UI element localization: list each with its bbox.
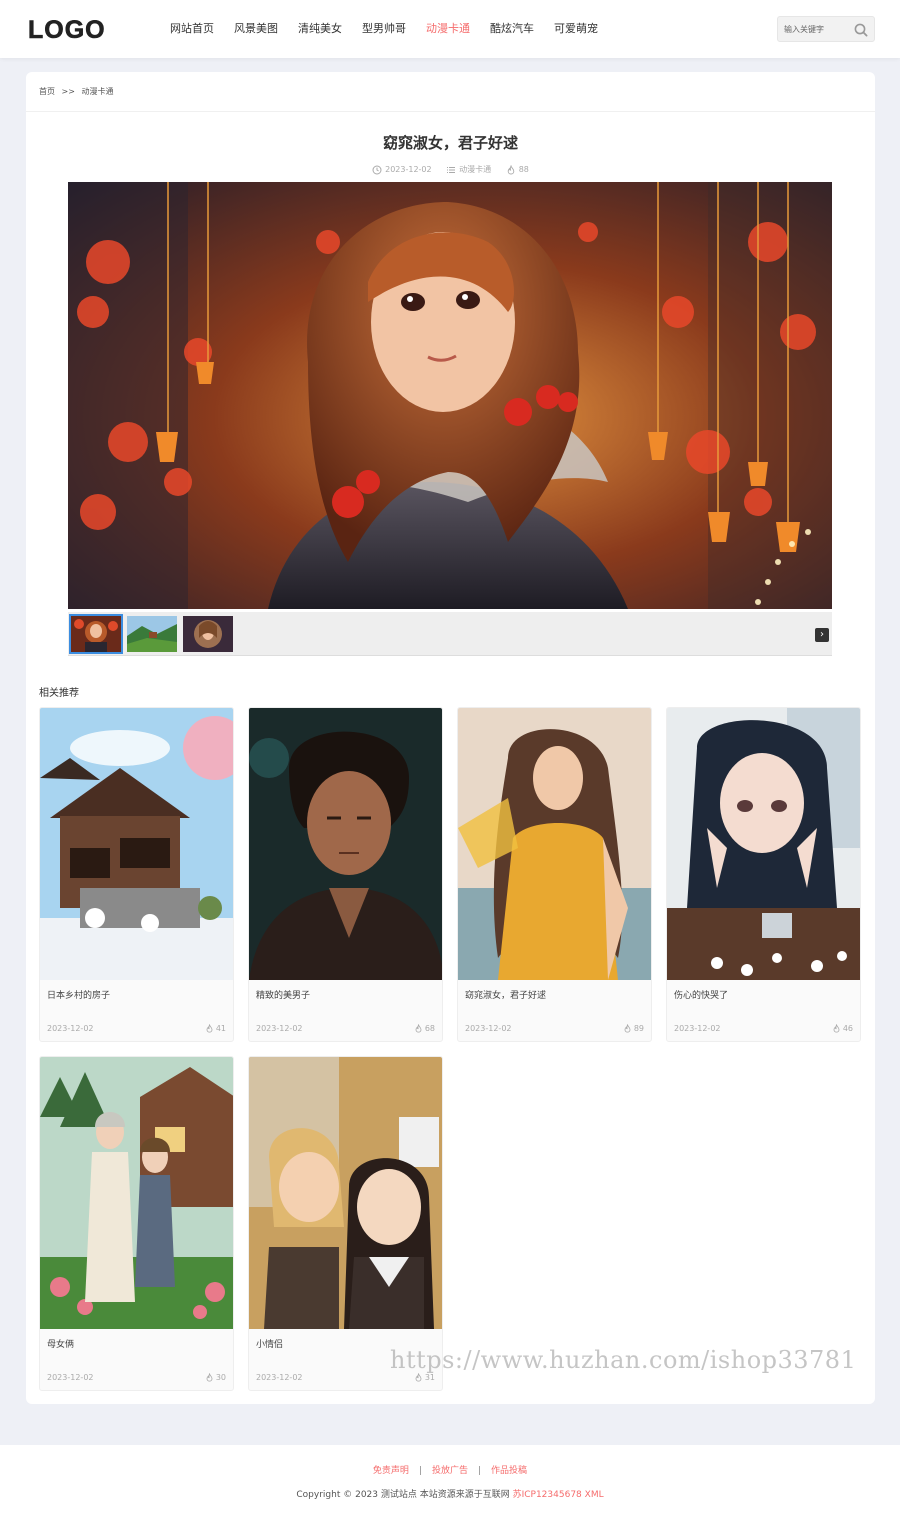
related-card-image-4: [667, 708, 860, 980]
related-card-title-3: 窈窕淑女，君子好逑: [465, 991, 547, 1001]
nav-item-cars[interactable]: 酷炫汽车: [480, 0, 544, 58]
related-card-title-1: 日本乡村的房子: [47, 991, 111, 1001]
related-card-1[interactable]: 日本乡村的房子 2023-12-02 41: [39, 707, 234, 1042]
related-card-views-3: 89: [633, 1024, 644, 1033]
thumbnail-1[interactable]: [69, 614, 123, 654]
related-card-date-5: 2023-12-02: [47, 1373, 94, 1382]
chevron-right-icon: ›: [820, 629, 824, 640]
thumbnail-2[interactable]: [127, 616, 177, 652]
fire-icon: [206, 1373, 213, 1382]
related-card-views-5: 30: [215, 1373, 226, 1382]
footer-separator: |: [418, 1466, 422, 1476]
thumbnail-3[interactable]: [183, 616, 233, 652]
article-meta: 2023-12-02 动漫卡通 88: [26, 164, 875, 177]
nav-item-beauty[interactable]: 清纯美女: [288, 0, 352, 58]
related-card-4[interactable]: 伤心的快哭了 2023-12-02 46: [666, 707, 861, 1042]
related-card-2[interactable]: 精致的美男子 2023-12-02 68: [248, 707, 443, 1042]
related-card-views-6: 31: [424, 1373, 435, 1382]
article-date: 2023-12-02: [385, 165, 432, 174]
nav-item-handsome[interactable]: 型男帅哥: [352, 0, 416, 58]
thumbnail-next-button[interactable]: ›: [815, 628, 829, 642]
main-nav: 网站首页 风景美图 清纯美女 型男帅哥 动漫卡通 酷炫汽车 可爱萌宠: [160, 0, 608, 58]
fire-icon: [507, 164, 514, 174]
article-title: 窈窕淑女，君子好逑: [382, 134, 518, 152]
related-card-image-3: [458, 708, 651, 980]
related-card-image-6: [249, 1057, 442, 1329]
related-card-title-6: 小情侣: [256, 1340, 284, 1350]
related-card-date-6: 2023-12-02: [256, 1373, 303, 1382]
site-footer: 免责声明 | 投放广告 | 作品投稿 Copyright © 2023 测试站点 本站资…: [0, 1445, 900, 1518]
breadcrumb-current[interactable]: 动漫卡通: [82, 87, 114, 96]
breadcrumb-separator: >>: [61, 87, 75, 96]
site-header: LOGO 网站首页 风景美图 清纯美女 型男帅哥 动漫卡通 酷炫汽车 可爱萌宠: [0, 0, 900, 58]
copyright-line: Copyright © 2023 测试站点 本站资源来源于互联网 苏ICP123…: [0, 1487, 900, 1500]
related-heading: 相关推荐: [39, 688, 79, 699]
related-card-title-4: 伤心的快哭了: [674, 991, 729, 1001]
fire-icon: [415, 1373, 422, 1382]
related-card-date-2: 2023-12-02: [256, 1024, 303, 1033]
main-content: 首页 >> 动漫卡通 窈窕淑女，君子好逑 2023-12-02 动漫卡通 88: [26, 72, 875, 1404]
thumbnail-strip: ‹ ›: [68, 612, 832, 656]
related-card-views-1: 41: [215, 1024, 226, 1033]
related-card-date-4: 2023-12-02: [674, 1024, 721, 1033]
related-card-image-5: [40, 1057, 233, 1329]
article-category[interactable]: 动漫卡通: [459, 164, 491, 175]
nav-item-pets[interactable]: 可爱萌宠: [544, 0, 608, 58]
fire-icon: [415, 1024, 422, 1033]
main-artwork-image: [68, 182, 832, 609]
footer-link-disclaimer[interactable]: 免责声明: [373, 1466, 409, 1476]
search-box: [777, 16, 875, 42]
breadcrumb: 首页 >> 动漫卡通: [26, 72, 875, 112]
related-card-image-1: [40, 708, 233, 980]
article-views: 88: [518, 165, 529, 174]
search-icon: [854, 23, 868, 37]
copyright-text: Copyright © 2023 测试站点 本站资源来源于互联网: [296, 1490, 510, 1500]
related-card-5[interactable]: 母女俩 2023-12-02 30: [39, 1056, 234, 1391]
related-card-views-2: 68: [424, 1024, 435, 1033]
related-card-date-1: 2023-12-02: [47, 1024, 94, 1033]
nav-item-scenery[interactable]: 风景美图: [224, 0, 288, 58]
clock-icon: [372, 165, 382, 174]
search-input[interactable]: [778, 17, 850, 41]
footer-links: 免责声明 | 投放广告 | 作品投稿: [0, 1463, 900, 1476]
related-card-date-3: 2023-12-02: [465, 1024, 512, 1033]
related-card-title-2: 精致的美男子: [256, 991, 311, 1001]
footer-separator: |: [478, 1466, 482, 1476]
xml-link[interactable]: XML: [585, 1490, 604, 1500]
nav-item-anime[interactable]: 动漫卡通: [416, 0, 480, 58]
search-button[interactable]: [852, 21, 870, 39]
related-card-6[interactable]: 小情侣 2023-12-02 31: [248, 1056, 443, 1391]
fire-icon: [624, 1024, 631, 1033]
fire-icon: [206, 1024, 213, 1033]
nav-item-home[interactable]: 网站首页: [160, 0, 224, 58]
breadcrumb-home[interactable]: 首页: [39, 87, 55, 96]
site-logo[interactable]: LOGO: [28, 16, 106, 45]
related-card-image-2: [249, 708, 442, 980]
icp-link[interactable]: 苏ICP12345678: [513, 1490, 582, 1500]
related-card-views-4: 46: [842, 1024, 853, 1033]
list-icon: [447, 166, 456, 173]
related-card-3[interactable]: 窈窕淑女，君子好逑 2023-12-02 89: [457, 707, 652, 1042]
related-card-title-5: 母女俩: [47, 1340, 75, 1350]
footer-link-submit[interactable]: 作品投稿: [491, 1466, 527, 1476]
fire-icon: [833, 1024, 840, 1033]
footer-link-advertise[interactable]: 投放广告: [432, 1466, 468, 1476]
